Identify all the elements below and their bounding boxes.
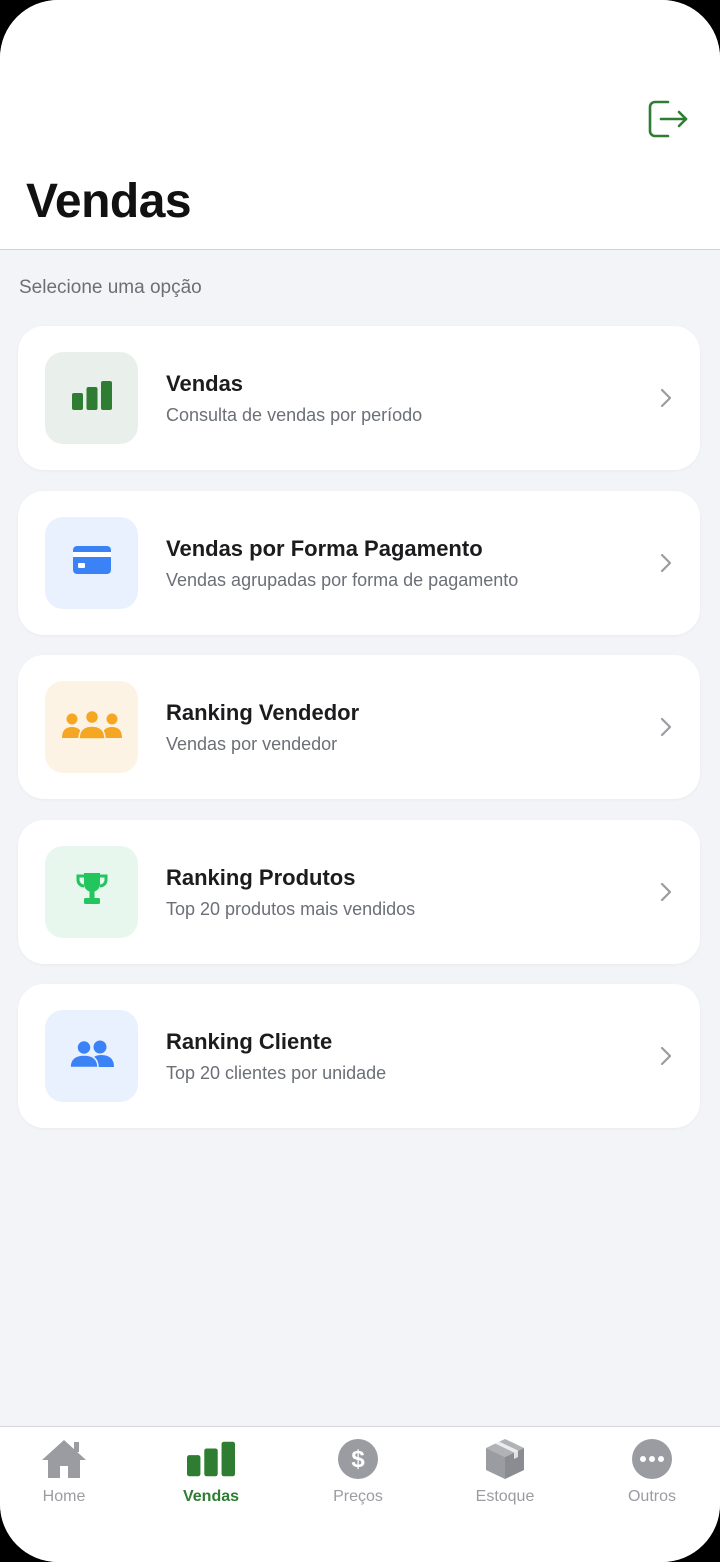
menu-item-subtitle: Top 20 produtos mais vendidos xyxy=(166,898,416,919)
icon-box xyxy=(45,845,138,938)
icon-box xyxy=(45,681,138,773)
bar-chart-icon xyxy=(71,380,113,416)
credit-card-icon xyxy=(72,546,111,579)
group-icon xyxy=(61,709,122,745)
menu-item-title: Ranking Vendedor xyxy=(166,700,360,725)
header: Vendas xyxy=(0,0,720,250)
section-label: Selecione uma opção xyxy=(19,277,202,298)
menu-item-title: Vendas por Forma Pagamento xyxy=(166,535,483,561)
tab-label: Preços xyxy=(333,1488,383,1505)
tab-label: Vendas xyxy=(182,1488,240,1505)
tab-label: Outros xyxy=(627,1488,676,1505)
svg-text:$: $ xyxy=(351,1446,365,1473)
menu-list: Vendas Consulta de vendas por período Ve… xyxy=(18,326,700,1149)
icon-box xyxy=(45,352,138,444)
logout-button[interactable] xyxy=(640,96,696,146)
tab-vendas[interactable]: Vendas xyxy=(151,1437,271,1517)
menu-item-ranking-vendedor[interactable]: Ranking Vendedor Vendas por vendedor xyxy=(18,655,700,799)
menu-item-title: Ranking Cliente xyxy=(166,1029,333,1054)
menu-item-subtitle: Vendas agrupadas por forma de pagamento xyxy=(166,569,519,590)
users-icon xyxy=(68,1039,114,1073)
dollar-icon: $ xyxy=(334,1437,382,1481)
menu-item-subtitle: Consulta de vendas por período xyxy=(166,405,423,425)
tab-estoque[interactable]: Estoque xyxy=(445,1437,565,1517)
page-title: Vendas xyxy=(26,175,192,228)
menu-item-vendas[interactable]: Vendas Consulta de vendas por período xyxy=(18,326,700,470)
bar-chart-icon xyxy=(187,1437,235,1481)
box-icon xyxy=(481,1437,529,1481)
tab-label: Estoque xyxy=(475,1488,535,1505)
tab-bar: Home Vendas $ Preços Estoque Outros xyxy=(0,1426,720,1562)
phone-screen: Vendas Selecione uma opção Vendas Consul… xyxy=(0,0,720,1562)
trophy-icon xyxy=(76,872,108,911)
chevron-right-icon xyxy=(656,878,676,906)
chevron-right-icon xyxy=(656,549,676,577)
menu-item-subtitle: Top 20 clientes por unidade xyxy=(166,1063,387,1083)
logout-icon xyxy=(646,99,690,144)
menu-item-title: Ranking Produtos xyxy=(166,864,356,890)
menu-item-ranking-cliente[interactable]: Ranking Cliente Top 20 clientes por unid… xyxy=(18,984,700,1128)
icon-box xyxy=(45,1010,138,1102)
tab-home[interactable]: Home xyxy=(4,1437,124,1517)
menu-item-title: Vendas xyxy=(166,371,244,396)
tab-label: Home xyxy=(42,1488,86,1505)
chevron-right-icon xyxy=(656,384,676,412)
tab-outros[interactable]: Outros xyxy=(592,1437,712,1517)
tab-precos[interactable]: $ Preços xyxy=(298,1437,418,1517)
chevron-right-icon xyxy=(656,713,676,741)
menu-item-ranking-produtos[interactable]: Ranking Produtos Top 20 produtos mais ve… xyxy=(18,819,700,964)
menu-item-vendas-forma-pagamento[interactable]: Vendas por Forma Pagamento Vendas agrupa… xyxy=(18,490,700,635)
more-icon xyxy=(628,1437,676,1481)
menu-item-subtitle: Vendas por vendedor xyxy=(166,734,338,754)
home-icon xyxy=(40,1437,88,1481)
chevron-right-icon xyxy=(656,1042,676,1070)
icon-box xyxy=(45,516,138,609)
